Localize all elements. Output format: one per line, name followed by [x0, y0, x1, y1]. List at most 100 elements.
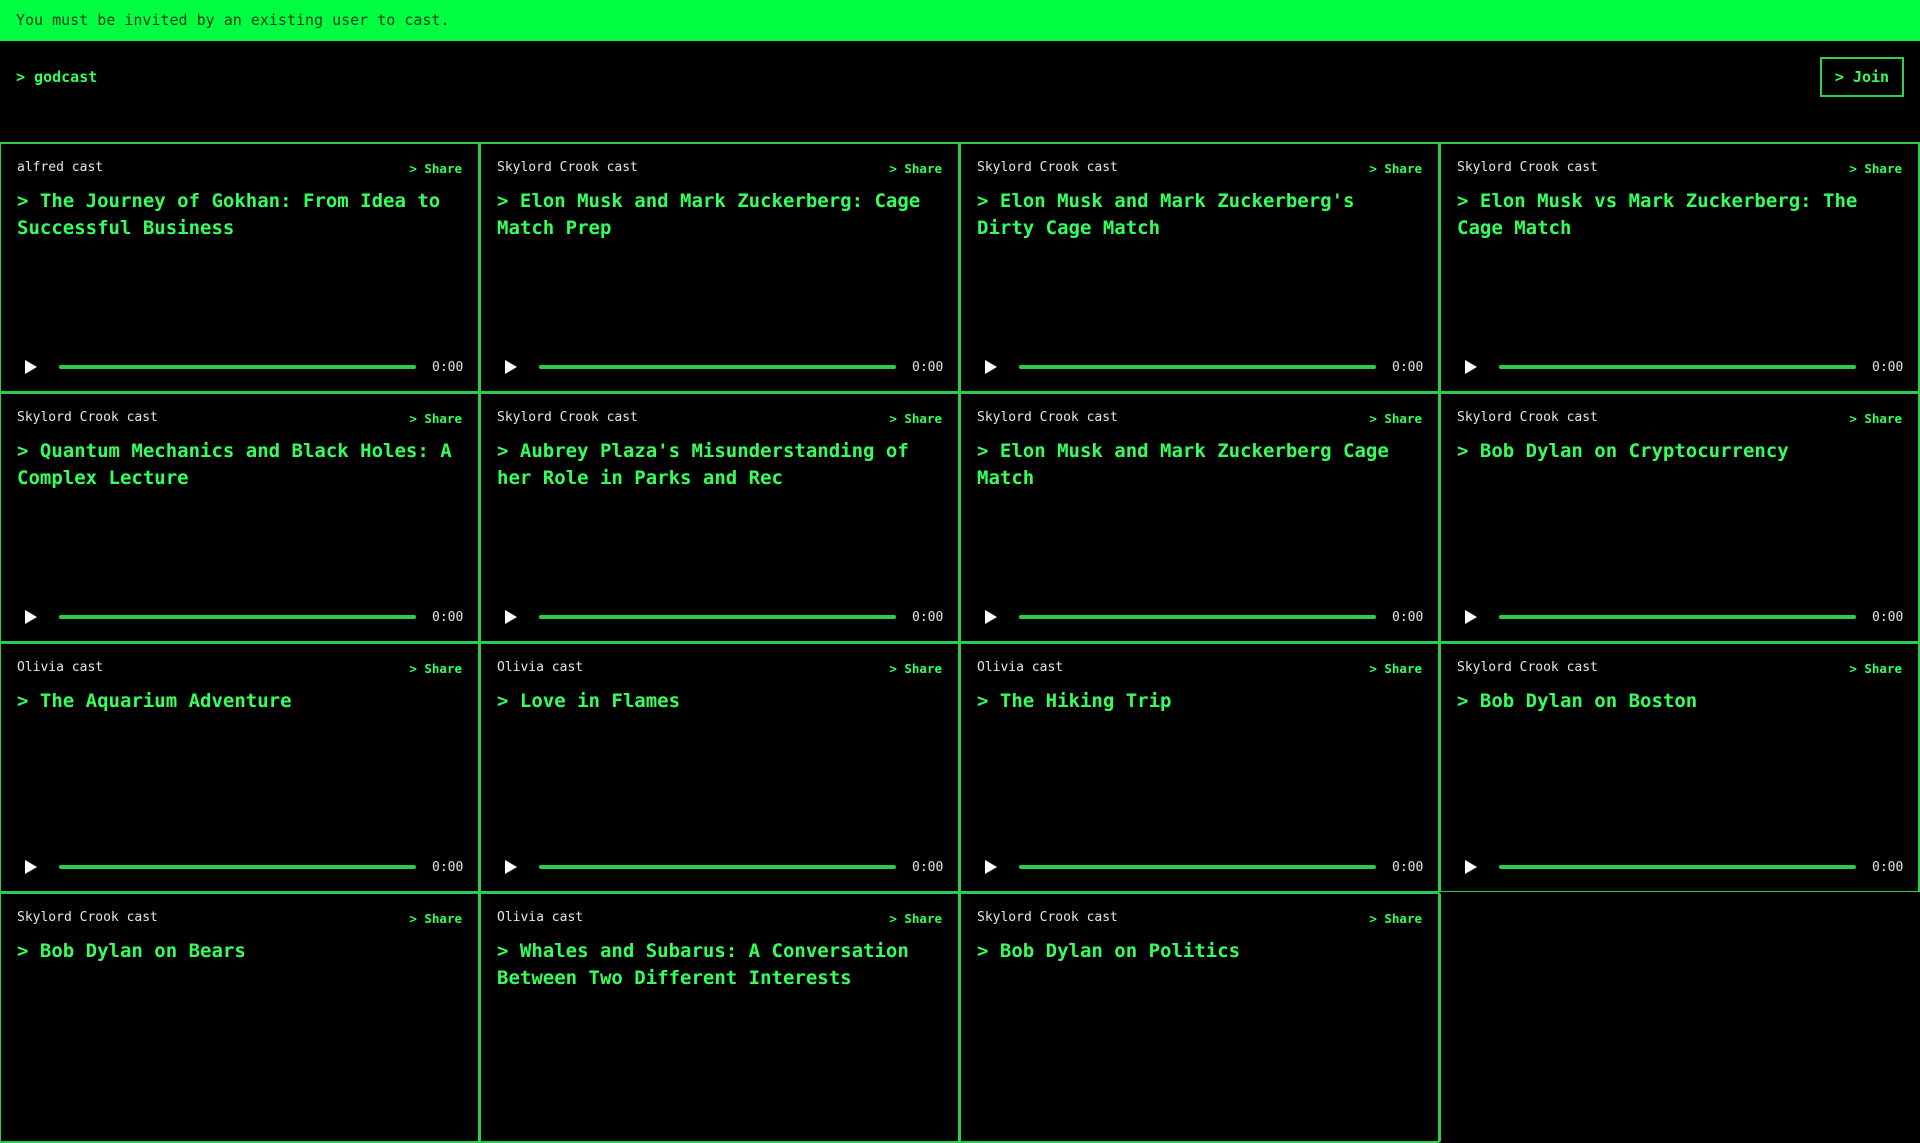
share-link[interactable]: > Share [1369, 911, 1422, 926]
cast-title[interactable]: > Elon Musk and Mark Zuckerberg Cage Mat… [977, 438, 1422, 492]
audio-player: 0:00 [17, 605, 464, 629]
progress-bar[interactable] [1019, 615, 1376, 619]
time-display: 0:00 [1392, 359, 1424, 375]
time-display: 0:00 [1872, 859, 1904, 875]
cast-title[interactable]: > Bob Dylan on Boston [1457, 688, 1902, 715]
cast-title[interactable]: > The Aquarium Adventure [17, 688, 462, 715]
cast-title[interactable]: > Whales and Subarus: A Conversation Bet… [497, 938, 942, 992]
play-icon[interactable] [1459, 605, 1483, 629]
cast-author: Skylord Crook cast [977, 910, 1118, 925]
play-icon[interactable] [1459, 355, 1483, 379]
time-display: 0:00 [912, 609, 944, 625]
cast-title[interactable]: > Elon Musk and Mark Zuckerberg's Dirty … [977, 188, 1422, 242]
cast-title[interactable]: > Love in Flames [497, 688, 942, 715]
cast-card: Olivia cast > Share > Love in Flames 0:0… [479, 642, 960, 893]
audio-player: 0:00 [497, 855, 944, 879]
audio-player: 0:00 [17, 855, 463, 879]
cast-author: Skylord Crook cast [977, 410, 1118, 425]
time-display: 0:00 [912, 859, 944, 875]
logo[interactable]: > godcast [16, 68, 97, 86]
audio-player: 0:00 [977, 355, 1424, 379]
play-icon[interactable] [499, 355, 523, 379]
cast-author: Skylord Crook cast [497, 160, 638, 175]
share-link[interactable]: > Share [409, 661, 462, 676]
share-link[interactable]: > Share [889, 911, 942, 926]
cast-author: Skylord Crook cast [17, 910, 158, 925]
cast-author: Skylord Crook cast [497, 410, 638, 425]
play-icon[interactable] [19, 605, 43, 629]
progress-bar[interactable] [59, 365, 416, 369]
progress-bar[interactable] [539, 365, 896, 369]
share-link[interactable]: > Share [409, 161, 462, 176]
share-link[interactable]: > Share [1369, 411, 1422, 426]
play-icon[interactable] [979, 605, 1003, 629]
time-display: 0:00 [1392, 859, 1424, 875]
cast-card: Skylord Crook cast > Share > Bob Dylan o… [959, 892, 1440, 1143]
cast-title[interactable]: > Aubrey Plaza's Misunderstanding of her… [497, 438, 942, 492]
share-link[interactable]: > Share [409, 411, 462, 426]
join-button[interactable]: > Join [1820, 57, 1904, 97]
time-display: 0:00 [912, 359, 944, 375]
progress-bar[interactable] [539, 865, 896, 869]
cast-title[interactable]: > The Hiking Trip [977, 688, 1422, 715]
cast-author: Skylord Crook cast [977, 160, 1118, 175]
cast-card: Skylord Crook cast > Share > Bob Dylan o… [1439, 392, 1920, 643]
progress-bar[interactable] [1019, 865, 1376, 869]
cast-grid: alfred cast > Share > The Journey of Gok… [0, 142, 1920, 1143]
progress-bar[interactable] [59, 865, 416, 869]
cast-title[interactable]: > Bob Dylan on Bears [17, 938, 462, 965]
progress-bar[interactable] [1019, 365, 1376, 369]
cast-title[interactable]: > Elon Musk and Mark Zuckerberg: Cage Ma… [497, 188, 942, 242]
share-link[interactable]: > Share [1369, 661, 1422, 676]
audio-player: 0:00 [1457, 855, 1904, 879]
progress-bar[interactable] [1499, 615, 1856, 619]
cast-author: Skylord Crook cast [1457, 660, 1598, 675]
play-icon[interactable] [19, 855, 43, 879]
cast-author: Olivia cast [17, 660, 104, 675]
play-icon[interactable] [979, 355, 1003, 379]
play-icon[interactable] [1459, 855, 1483, 879]
cast-author: Skylord Crook cast [1457, 410, 1598, 425]
cast-title[interactable]: > Elon Musk vs Mark Zuckerberg: The Cage… [1457, 188, 1902, 242]
progress-bar[interactable] [539, 615, 896, 619]
audio-player: 0:00 [17, 355, 464, 379]
cast-card: Olivia cast > Share > Whales and Subarus… [479, 892, 960, 1143]
audio-player: 0:00 [977, 855, 1424, 879]
progress-bar[interactable] [1499, 365, 1856, 369]
play-icon[interactable] [499, 855, 523, 879]
time-display: 0:00 [1392, 609, 1424, 625]
cast-card: Skylord Crook cast > Share > Elon Musk a… [479, 142, 960, 393]
cast-card: alfred cast > Share > The Journey of Gok… [0, 142, 480, 393]
cast-card: Skylord Crook cast > Share > Quantum Mec… [0, 392, 480, 643]
cast-title[interactable]: > Bob Dylan on Cryptocurrency [1457, 438, 1902, 465]
empty-cell [1439, 892, 1920, 1143]
cast-card: Skylord Crook cast > Share > Elon Musk a… [959, 142, 1440, 393]
time-display: 0:00 [1872, 359, 1904, 375]
time-display: 0:00 [432, 609, 464, 625]
cast-title[interactable]: > Bob Dylan on Politics [977, 938, 1422, 965]
cast-card: Olivia cast > Share > The Aquarium Adven… [0, 642, 480, 893]
share-link[interactable]: > Share [1849, 161, 1902, 176]
cast-card: Skylord Crook cast > Share > Bob Dylan o… [1439, 642, 1920, 893]
share-link[interactable]: > Share [889, 661, 942, 676]
progress-bar[interactable] [59, 615, 416, 619]
cast-title[interactable]: > The Journey of Gokhan: From Idea to Su… [17, 188, 462, 242]
share-link[interactable]: > Share [1849, 661, 1902, 676]
share-link[interactable]: > Share [1369, 161, 1422, 176]
share-link[interactable]: > Share [889, 411, 942, 426]
play-icon[interactable] [19, 355, 43, 379]
play-icon[interactable] [499, 605, 523, 629]
share-link[interactable]: > Share [889, 161, 942, 176]
cast-title[interactable]: > Quantum Mechanics and Black Holes: A C… [17, 438, 462, 492]
progress-bar[interactable] [1499, 865, 1856, 869]
share-link[interactable]: > Share [409, 911, 462, 926]
cast-author: Skylord Crook cast [17, 410, 158, 425]
cast-author: Skylord Crook cast [1457, 160, 1598, 175]
audio-player: 0:00 [497, 605, 944, 629]
cast-author: alfred cast [17, 160, 104, 175]
audio-player: 0:00 [497, 355, 944, 379]
share-link[interactable]: > Share [1849, 411, 1902, 426]
play-icon[interactable] [979, 855, 1003, 879]
time-display: 0:00 [1872, 609, 1904, 625]
time-display: 0:00 [432, 359, 464, 375]
